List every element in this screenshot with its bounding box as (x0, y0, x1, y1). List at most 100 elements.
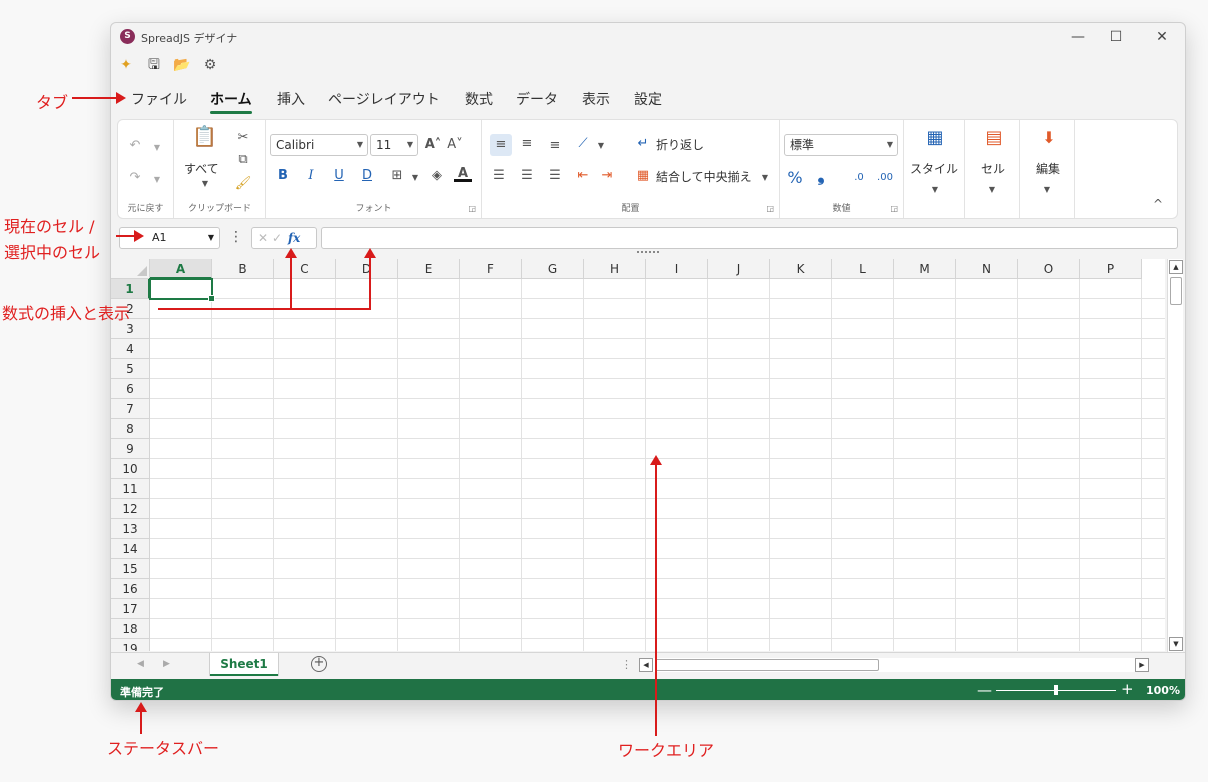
copy-icon[interactable]: ⧉ (234, 152, 252, 168)
new-file-icon[interactable]: ✦ (117, 56, 135, 74)
select-all-corner[interactable] (111, 259, 150, 279)
column-header-p[interactable]: P (1080, 259, 1142, 279)
wrap-text-icon[interactable]: ↵ (634, 136, 652, 152)
scroll-left-icon[interactable]: ◀ (639, 658, 653, 672)
decrease-indent-icon[interactable]: ⇤ (574, 168, 592, 184)
zoom-out-icon[interactable]: — (977, 681, 992, 699)
paste-dropdown-icon[interactable]: ▼ (196, 176, 214, 192)
font-dialog-launcher-icon[interactable]: ◲ (468, 204, 476, 213)
row-header-18[interactable]: 18 (111, 619, 150, 639)
next-sheet-icon[interactable]: ▶ (163, 659, 170, 669)
cells-group[interactable]: ▤ セル ▼ (965, 120, 1020, 218)
tab-settings[interactable]: 設定 (634, 89, 662, 109)
font-color-icon[interactable]: A (454, 166, 472, 182)
align-right-icon[interactable]: ☰ (546, 168, 564, 184)
tab-page-layout[interactable]: ページレイアウト (328, 89, 440, 109)
align-bottom-icon[interactable]: ≡ (546, 138, 564, 154)
row-header-7[interactable]: 7 (111, 399, 150, 419)
tab-file[interactable]: ファイル (131, 89, 187, 109)
bold-icon[interactable]: B (274, 168, 292, 184)
minimize-button[interactable]: — (1065, 27, 1091, 47)
column-header-m[interactable]: M (894, 259, 956, 279)
row-header-14[interactable]: 14 (111, 539, 150, 559)
column-header-b[interactable]: B (212, 259, 274, 279)
row-header-12[interactable]: 12 (111, 499, 150, 519)
paste-label[interactable]: すべて (184, 160, 219, 177)
maximize-button[interactable]: ☐ (1103, 27, 1129, 47)
align-top-icon[interactable]: ≡ (490, 134, 512, 156)
undo-icon[interactable]: ↶ (126, 138, 144, 154)
vertical-scrollbar[interactable]: ▲ ▼ (1167, 259, 1183, 652)
tab-view[interactable]: 表示 (582, 89, 610, 109)
row-header-9[interactable]: 9 (111, 439, 150, 459)
alignment-dialog-launcher-icon[interactable]: ◲ (766, 204, 774, 213)
scroll-up-icon[interactable]: ▲ (1169, 260, 1183, 274)
double-underline-icon[interactable]: D (358, 168, 376, 184)
undo-dropdown-icon[interactable]: ▼ (148, 140, 166, 156)
column-header-j[interactable]: J (708, 259, 770, 279)
row-header-15[interactable]: 15 (111, 559, 150, 579)
sheet-tab-sheet1[interactable]: Sheet1 (209, 653, 279, 676)
insert-function-icon[interactable]: fx (288, 228, 300, 248)
tab-data[interactable]: データ (516, 89, 558, 109)
underline-icon[interactable]: U (330, 168, 348, 184)
zoom-level[interactable]: 100% (1146, 684, 1180, 697)
row-header-19[interactable]: 19 (111, 639, 150, 651)
row-header-16[interactable]: 16 (111, 579, 150, 599)
scroll-down-icon[interactable]: ▼ (1169, 637, 1183, 651)
orientation-icon[interactable]: ⟋ (574, 136, 592, 152)
orientation-dropdown-icon[interactable]: ▼ (592, 138, 610, 154)
column-header-a[interactable]: A (150, 259, 212, 279)
column-header-c[interactable]: C (274, 259, 336, 279)
redo-icon[interactable]: ↷ (126, 170, 144, 186)
number-dialog-launcher-icon[interactable]: ◲ (890, 204, 898, 213)
column-header-g[interactable]: G (522, 259, 584, 279)
comma-style-icon[interactable]: ❟ (812, 167, 830, 185)
add-sheet-icon[interactable]: + (311, 656, 327, 672)
scroll-right-icon[interactable]: ▶ (1135, 658, 1149, 672)
cut-icon[interactable]: ✂ (234, 130, 252, 146)
worksheet-grid[interactable]: ABCDEFGHIJKLMNOP 1 2 3 4 5 6 7 8 9 10 11 12 13 14 15 16… (111, 259, 1165, 651)
column-header-d[interactable]: D (336, 259, 398, 279)
confirm-formula-icon[interactable]: ✓ (272, 228, 282, 248)
cell-area[interactable] (150, 279, 1165, 651)
merge-center-label[interactable]: 結合して中央揃え (656, 168, 752, 185)
merge-dropdown-icon[interactable]: ▼ (756, 170, 774, 186)
row-header-10[interactable]: 10 (111, 459, 150, 479)
paste-icon[interactable]: 📋 (192, 126, 217, 152)
increase-indent-icon[interactable]: ⇥ (598, 168, 616, 184)
wrap-text-label[interactable]: 折り返し (656, 136, 704, 153)
column-header-f[interactable]: F (460, 259, 522, 279)
column-header-o[interactable]: O (1018, 259, 1080, 279)
border-dropdown-icon[interactable]: ▼ (406, 170, 424, 186)
tab-insert[interactable]: 挿入 (277, 89, 305, 109)
decrease-decimal-icon[interactable]: .00 (876, 170, 894, 186)
row-header-6[interactable]: 6 (111, 379, 150, 399)
font-size-select[interactable]: 11 ▼ (370, 134, 418, 156)
formula-input[interactable] (321, 227, 1178, 249)
active-cell-selection[interactable] (149, 278, 215, 302)
increase-decimal-icon[interactable]: .0 (850, 170, 868, 186)
open-folder-icon[interactable]: 📂 (173, 56, 191, 74)
column-header-e[interactable]: E (398, 259, 460, 279)
collapse-ribbon-icon[interactable]: ^ (1149, 196, 1167, 212)
percent-icon[interactable]: % (786, 170, 804, 186)
fill-color-icon[interactable]: ◈ (428, 168, 446, 184)
formula-resize-grip[interactable] (637, 251, 659, 254)
increase-font-icon[interactable]: A˄ (424, 137, 442, 153)
horizontal-scroll-thumb[interactable] (655, 659, 879, 671)
editing-group[interactable]: ⬇ 編集 ▼ (1020, 120, 1075, 218)
more-options-icon[interactable]: ⋮ (229, 229, 243, 245)
zoom-slider-thumb[interactable] (1054, 685, 1058, 695)
save-icon[interactable]: 🖫 (145, 56, 163, 74)
tab-formulas[interactable]: 数式 (465, 89, 493, 109)
align-middle-icon[interactable]: ≡ (518, 136, 536, 152)
align-left-icon[interactable]: ☰ (490, 168, 508, 184)
styles-group[interactable]: ▦ スタイル ▼ (904, 120, 965, 218)
column-header-i[interactable]: I (646, 259, 708, 279)
close-button[interactable]: ✕ (1149, 27, 1175, 47)
number-format-select[interactable]: 標準 ▼ (784, 134, 898, 156)
vertical-scroll-thumb[interactable] (1170, 277, 1182, 305)
merge-center-icon[interactable]: ▦ (634, 168, 652, 184)
redo-dropdown-icon[interactable]: ▼ (148, 172, 166, 188)
